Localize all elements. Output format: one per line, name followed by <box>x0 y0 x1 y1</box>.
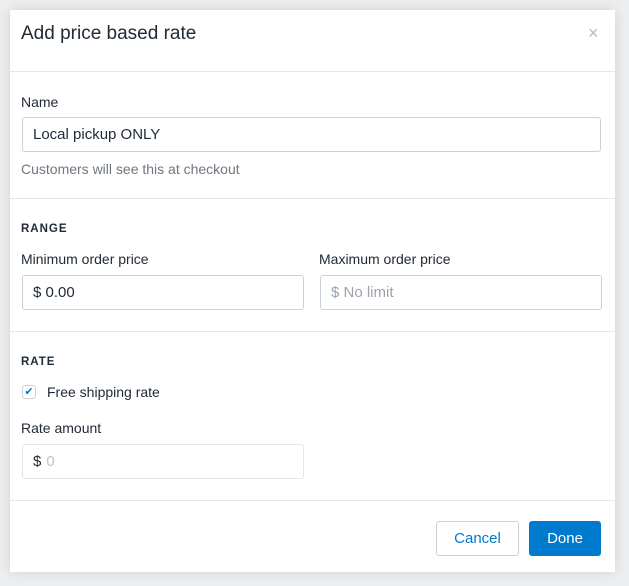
rate-amount-input[interactable]: $0 <box>22 444 304 479</box>
free-shipping-checkbox[interactable]: ✔ <box>22 385 36 399</box>
currency-symbol: $ <box>33 453 42 470</box>
max-price-input[interactable]: $ No limit <box>320 275 602 310</box>
free-shipping-label[interactable]: Free shipping rate <box>47 384 160 400</box>
max-price-placeholder: $ No limit <box>331 284 394 301</box>
rate-heading: RATE <box>21 356 56 368</box>
name-label: Name <box>21 94 59 110</box>
rate-amount-placeholder: 0 <box>46 453 55 470</box>
min-price-input[interactable]: $ 0.00 <box>22 275 304 310</box>
max-price-label: Maximum order price <box>319 251 451 267</box>
name-help-text: Customers will see this at checkout <box>21 161 240 177</box>
min-price-value: $ 0.00 <box>33 284 75 301</box>
name-value: Local pickup ONLY <box>33 126 161 143</box>
name-input[interactable]: Local pickup ONLY <box>22 117 601 152</box>
close-icon[interactable]: × <box>588 23 599 44</box>
divider <box>10 71 615 72</box>
dialog-title: Add price based rate <box>21 23 197 44</box>
divider <box>10 500 615 501</box>
divider <box>10 331 615 332</box>
add-price-rate-dialog: Add price based rate × Name Local pickup… <box>10 10 615 572</box>
divider <box>10 198 615 199</box>
check-icon: ✔ <box>24 386 34 398</box>
cancel-button[interactable]: Cancel <box>436 521 519 556</box>
range-heading: RANGE <box>21 223 68 235</box>
done-button[interactable]: Done <box>529 521 601 556</box>
min-price-label: Minimum order price <box>21 251 149 267</box>
rate-amount-label: Rate amount <box>21 420 102 436</box>
